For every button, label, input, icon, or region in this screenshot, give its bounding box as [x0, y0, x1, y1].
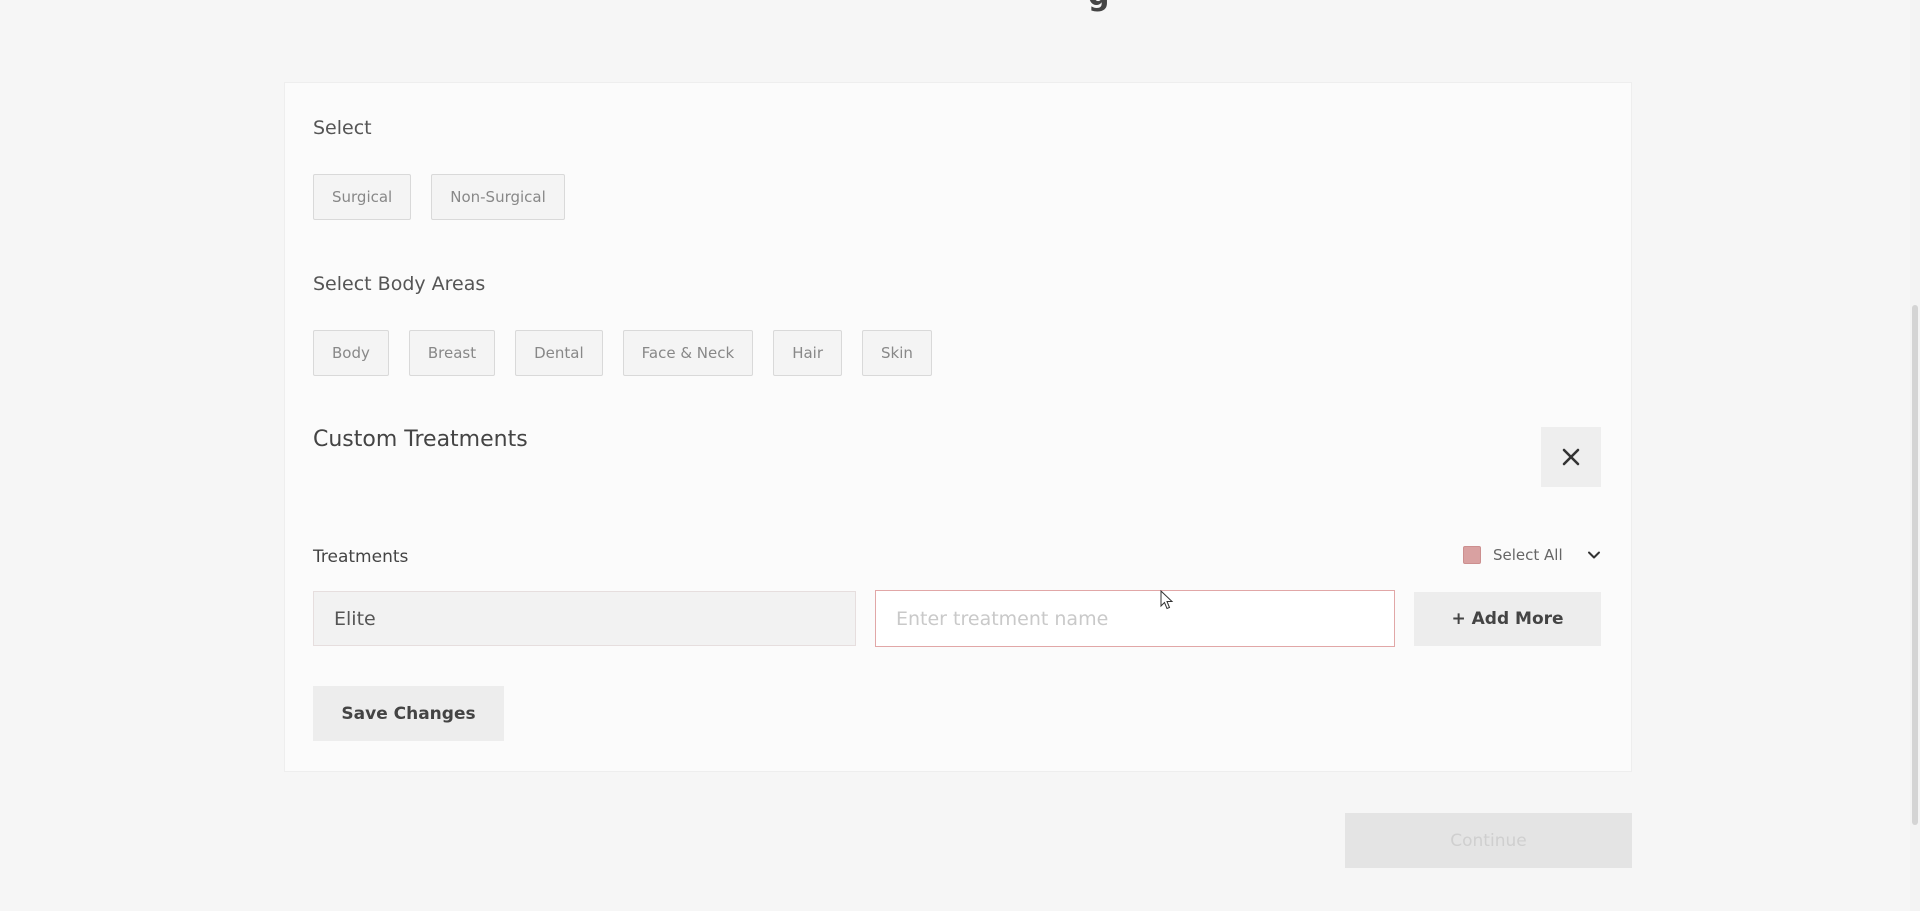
- new-treatment-input[interactable]: [875, 590, 1395, 647]
- body-areas-label: Select Body Areas: [313, 273, 486, 295]
- custom-treatments-title: Custom Treatments: [313, 427, 528, 452]
- close-button[interactable]: [1541, 427, 1601, 487]
- continue-button[interactable]: Continue: [1345, 813, 1632, 868]
- mouse-cursor-icon: [1160, 590, 1174, 610]
- select-label: Select: [313, 117, 372, 139]
- select-all-checkbox[interactable]: [1463, 546, 1481, 564]
- area-skin[interactable]: Skin: [862, 330, 932, 376]
- option-surgical[interactable]: Surgical: [313, 174, 412, 220]
- add-more-button[interactable]: + Add More: [1414, 592, 1601, 646]
- area-dental[interactable]: Dental: [515, 330, 603, 376]
- area-breast[interactable]: Breast: [408, 330, 496, 376]
- body-area-options: Body Breast Dental Face & Neck Hair Skin: [313, 330, 932, 376]
- area-face-neck[interactable]: Face & Neck: [622, 330, 754, 376]
- area-body[interactable]: Body: [313, 330, 389, 376]
- chevron-down-icon[interactable]: [1587, 548, 1601, 562]
- scrollbar-thumb[interactable]: [1912, 305, 1918, 825]
- treatments-card: Select Surgical Non-Surgical Select Body…: [284, 82, 1632, 772]
- select-all-dropdown[interactable]: Select All: [1463, 546, 1601, 564]
- page: g Select Surgical Non-Surgical Select Bo…: [0, 0, 1920, 911]
- select-all-label: Select All: [1493, 546, 1563, 564]
- treatments-label: Treatments: [313, 547, 409, 567]
- save-changes-button[interactable]: Save Changes: [313, 686, 504, 741]
- option-non-surgical[interactable]: Non-Surgical: [431, 174, 565, 220]
- area-hair[interactable]: Hair: [773, 330, 843, 376]
- page-heading-fragment: g: [1088, 0, 1109, 13]
- close-icon: [1562, 448, 1580, 466]
- treatment-type-options: Surgical Non-Surgical: [313, 174, 565, 220]
- treatment-input-elite[interactable]: [313, 591, 856, 646]
